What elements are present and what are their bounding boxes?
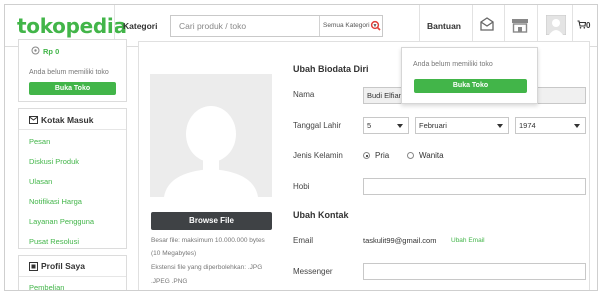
profile-heading: Profil Saya (41, 261, 85, 271)
cart-count: 0 (586, 21, 591, 30)
sidebar-item-ulasan[interactable]: Ulasan (29, 177, 52, 186)
hobby-label: Hobi (293, 182, 310, 191)
shop-dropdown: Anda belum memiliki toko Buka Toko (401, 47, 538, 104)
store-icon (512, 19, 528, 33)
birth-month-value: Februari (419, 121, 447, 130)
birth-year-select[interactable]: 1974 (515, 117, 586, 134)
birth-day-select[interactable]: 5 (363, 117, 409, 134)
profile-panel: Profil Saya Pembelian (18, 255, 127, 290)
sidebar-item-diskusi-produk[interactable]: Diskusi Produk (29, 157, 79, 166)
browser-viewport: tokopedia Kategori Semua Kategori ▼ Bant… (4, 4, 598, 291)
cart-icon (577, 20, 587, 29)
name-label: Nama (293, 90, 315, 99)
change-email-link[interactable]: Ubah Email (451, 237, 485, 244)
sidebar-item-layanan-pengguna[interactable]: Layanan Pengguna (29, 217, 94, 226)
inbox-button[interactable] (479, 16, 495, 34)
chevron-down-icon (397, 124, 403, 128)
divider (19, 276, 126, 277)
envelope-icon (29, 116, 38, 124)
gender-option-label: Wanita (419, 151, 444, 160)
profile-photo (150, 74, 272, 197)
wallet-icon (31, 46, 40, 55)
email-label: Email (293, 236, 314, 245)
open-shop-button[interactable]: Buka Toko (414, 79, 527, 93)
bantuan-link[interactable]: Bantuan (427, 21, 461, 31)
cart-button[interactable] (577, 20, 587, 31)
no-shop-note: Anda belum memiliki toko (413, 61, 493, 68)
birth-date-label: Tanggal Lahir (293, 121, 342, 130)
gender-radio-wanita[interactable] (407, 152, 414, 159)
hobby-field[interactable] (363, 178, 586, 195)
email-value: taskulit99@gmail.com (363, 236, 437, 245)
sidebar-item-pembelian[interactable]: Pembelian (29, 283, 64, 290)
divider (19, 129, 126, 130)
search-icon (370, 20, 381, 31)
biodata-section-title: Ubah Biodata Diri (293, 64, 369, 74)
profile-card-icon (29, 262, 38, 271)
avatar-icon (545, 14, 567, 36)
envelope-icon (480, 17, 494, 31)
gender-label: Jenis Kelamin (293, 151, 343, 160)
avatar-placeholder-icon (150, 74, 272, 197)
sidebar-item-pusat-resolusi[interactable]: Pusat Resolusi (29, 237, 79, 246)
file-extension-note: Ekstensi file yang diperbolehkan: .JPG (151, 264, 263, 271)
balance-card: Rp 0 Anda belum memiliki toko Buka Toko (18, 39, 127, 102)
search-category-select[interactable]: Semua Kategori ▼ (319, 16, 377, 36)
kategori-menu[interactable]: Kategori (123, 21, 157, 31)
search-category-label: Semua Kategori (323, 22, 370, 29)
search-bar: Semua Kategori ▼ (170, 15, 383, 37)
file-size-note: Besar file: maksimum 10.000.000 bytes (151, 237, 265, 244)
file-extension-note-2: .JPEG .PNG (151, 278, 188, 285)
search-button[interactable] (368, 16, 383, 36)
contact-section-title: Ubah Kontak (293, 210, 349, 220)
inbox-panel: Kotak Masuk Pesan Diskusi Produk Ulasan … (18, 108, 127, 249)
birth-year-value: 1974 (519, 121, 536, 130)
sidebar-item-notifikasi-harga[interactable]: Notifikasi Harga (29, 197, 82, 206)
shop-button[interactable] (511, 18, 529, 35)
messenger-field[interactable] (363, 263, 586, 280)
balance-amount: Rp 0 (43, 47, 60, 56)
messenger-label: Messenger (293, 267, 333, 276)
chevron-down-icon (574, 124, 580, 128)
profile-avatar-button[interactable] (545, 14, 567, 37)
gender-option-label: Pria (375, 151, 390, 160)
browse-file-button[interactable]: Browse File (151, 212, 272, 230)
sidebar-item-pesan[interactable]: Pesan (29, 137, 50, 146)
open-shop-button[interactable]: Buka Toko (29, 82, 116, 95)
no-shop-note: Anda belum memiliki toko (29, 69, 109, 76)
file-size-note-mb: (10 Megabytes) (151, 250, 197, 257)
tokopedia-logo[interactable]: tokopedia (17, 14, 127, 38)
birth-day-value: 5 (367, 121, 372, 130)
inbox-heading: Kotak Masuk (41, 115, 94, 125)
gender-radio-pria[interactable] (363, 152, 370, 159)
chevron-down-icon (497, 124, 503, 128)
search-input[interactable] (171, 16, 319, 36)
birth-month-select[interactable]: Februari (415, 117, 509, 134)
